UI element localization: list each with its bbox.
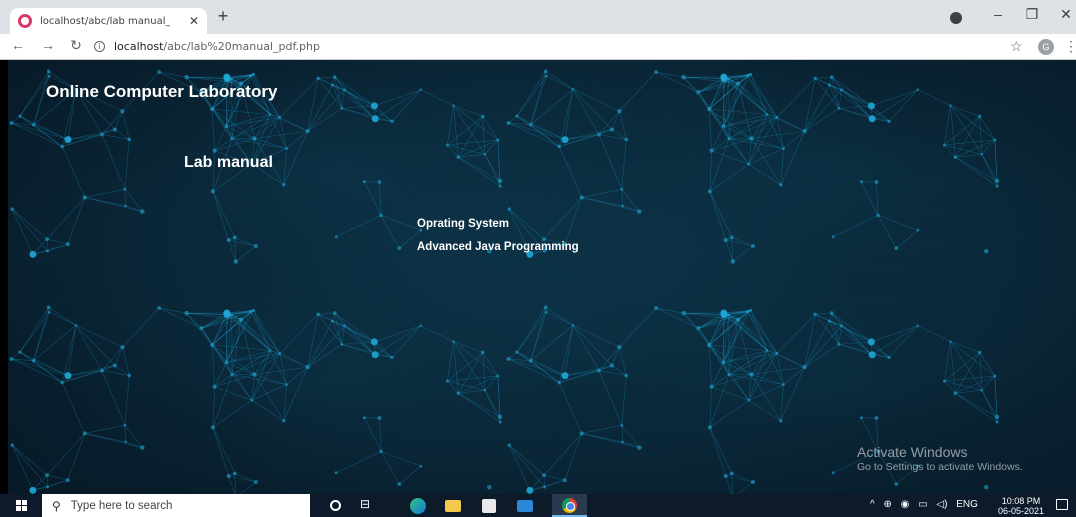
windows-start-icon[interactable] xyxy=(16,500,28,512)
close-tab-icon[interactable]: ✕ xyxy=(189,14,199,28)
clock-time: 10:08 PM xyxy=(1001,496,1041,506)
edge-browser-icon[interactable] xyxy=(410,498,426,514)
store-icon[interactable] xyxy=(482,499,496,513)
mail-icon[interactable] xyxy=(517,500,533,512)
favicon-icon xyxy=(18,14,32,28)
activate-windows-title: Activate Windows xyxy=(857,444,968,460)
language-indicator[interactable]: ENG xyxy=(956,499,978,510)
network-icon[interactable]: ◉ xyxy=(901,499,910,510)
manual-link-operating-system[interactable]: Oprating System xyxy=(417,218,509,230)
url-host: localhost xyxy=(114,40,164,53)
tab-title: localhost/abc/lab manual_pdf.ph xyxy=(40,15,170,27)
taskbar-clock[interactable]: 10:08 PM 06-05-2021 xyxy=(996,496,1046,516)
browser-tab[interactable]: localhost/abc/lab manual_pdf.ph ✕ xyxy=(10,8,207,34)
meet-now-icon[interactable]: ⊕ xyxy=(883,499,891,510)
activate-windows-subtitle: Go to Settings to activate Windows. xyxy=(857,461,1023,473)
search-icon: ⚲ xyxy=(52,498,61,513)
browser-toolbar: ← → ↻ i localhost/abc/lab%20manual_pdf.p… xyxy=(0,34,1076,60)
forward-arrow-icon[interactable]: → xyxy=(40,37,56,53)
info-icon[interactable]: i xyxy=(94,41,105,52)
menu-dots-icon[interactable]: ⋮ xyxy=(1064,38,1076,55)
profile-icon[interactable] xyxy=(950,12,962,24)
notification-icon[interactable] xyxy=(1056,499,1068,510)
chevron-up-icon[interactable]: ^ xyxy=(870,499,875,510)
system-tray: ^ ⊕ ◉ ▭ ◁) ENG xyxy=(870,499,984,510)
manual-link-advanced-java[interactable]: Advanced Java Programming xyxy=(417,241,579,253)
volume-icon[interactable]: ◁) xyxy=(936,499,947,510)
account-avatar[interactable]: G xyxy=(1038,39,1054,55)
file-explorer-icon[interactable] xyxy=(445,500,461,512)
new-tab-button[interactable]: + xyxy=(212,6,234,27)
back-arrow-icon[interactable]: ← xyxy=(10,37,26,53)
windows-taskbar: ⚲ Type here to search ⊟ ^ ⊕ ◉ ▭ ◁) ENG 1… xyxy=(0,494,1076,517)
lab-manual-heading: Lab manual xyxy=(184,154,273,171)
address-bar[interactable]: localhost/abc/lab%20manual_pdf.php xyxy=(114,40,320,53)
cortana-icon[interactable] xyxy=(330,500,341,511)
clock-date: 06-05-2021 xyxy=(997,506,1045,516)
url-path: /abc/lab%20manual_pdf.php xyxy=(163,40,320,53)
restore-button[interactable]: ❐ xyxy=(1022,6,1042,23)
bookmark-star-icon[interactable]: ☆ xyxy=(1010,38,1023,55)
search-placeholder: Type here to search xyxy=(70,499,173,512)
taskbar-search-box[interactable]: ⚲ Type here to search xyxy=(42,494,310,517)
task-view-icon[interactable]: ⊟ xyxy=(360,497,376,513)
reload-icon[interactable]: ↻ xyxy=(68,37,84,54)
site-title: Online Computer Laboratory xyxy=(46,82,278,101)
battery-icon[interactable]: ▭ xyxy=(918,499,927,510)
close-window-button[interactable]: ✕ xyxy=(1056,6,1076,23)
chrome-taskbar-icon[interactable] xyxy=(552,494,587,517)
minimize-button[interactable]: – xyxy=(988,6,1008,22)
network-background-image xyxy=(9,69,1000,494)
page-content: Online Computer Laboratory Lab manual Op… xyxy=(8,60,1076,494)
browser-tab-strip: localhost/abc/lab manual_pdf.ph ✕ + – ❐ … xyxy=(0,0,1076,34)
